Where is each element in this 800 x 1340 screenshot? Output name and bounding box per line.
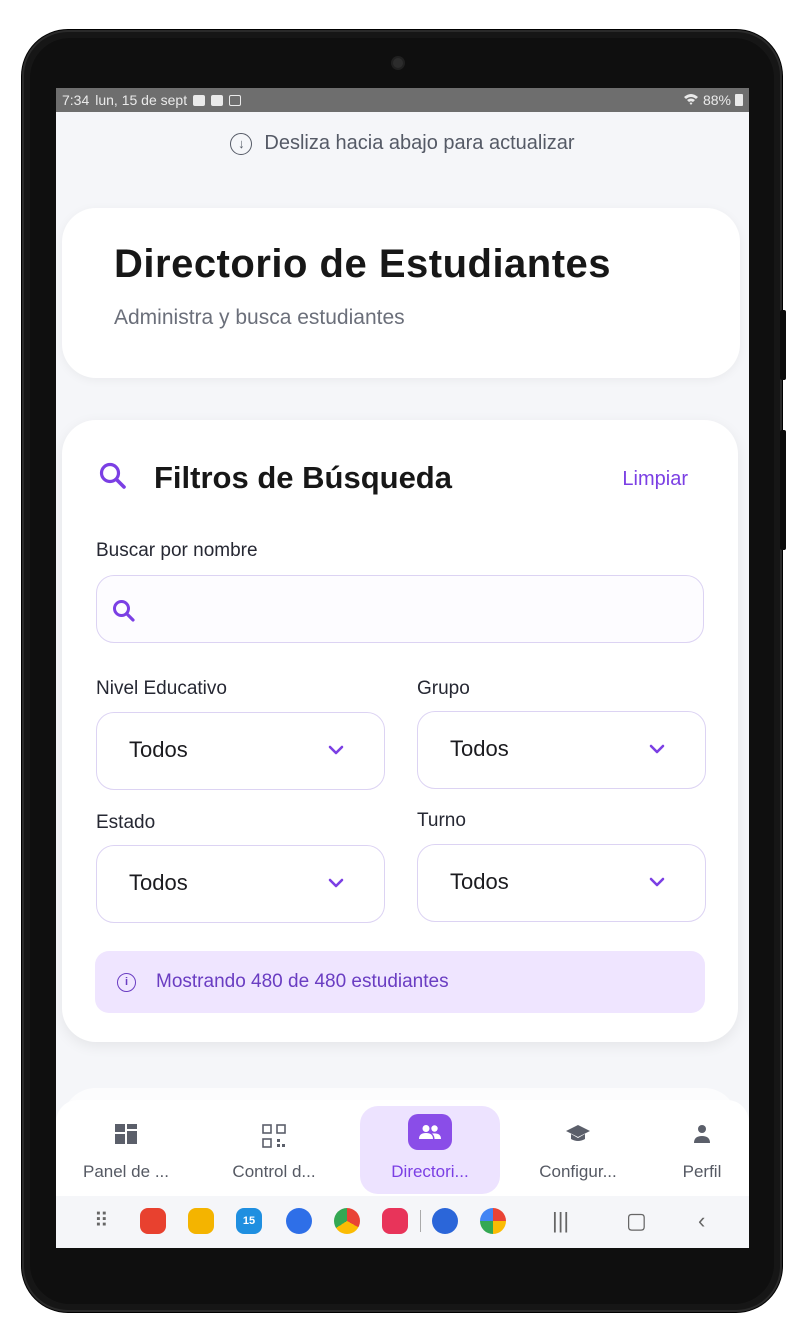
chevron-down-icon bbox=[649, 875, 665, 893]
wifi-icon bbox=[683, 92, 699, 108]
chrome-icon[interactable] bbox=[334, 1208, 360, 1234]
page-title: Directorio de Estudiantes bbox=[114, 242, 612, 286]
photos-icon[interactable] bbox=[480, 1208, 506, 1234]
nivel-select[interactable]: Todos bbox=[96, 712, 385, 790]
estado-select[interactable]: Todos bbox=[96, 845, 385, 923]
check-notification-icon bbox=[211, 94, 224, 106]
chevron-down-icon bbox=[649, 742, 665, 760]
nav-label-directorio: Directori... bbox=[391, 1162, 469, 1181]
nav-label-perfil: Perfil bbox=[682, 1162, 722, 1181]
estado-select-value: Todos bbox=[129, 870, 188, 895]
turno-select[interactable]: Todos bbox=[417, 844, 706, 922]
chevron-down-icon bbox=[328, 743, 344, 761]
grupo-select-value: Todos bbox=[450, 736, 509, 761]
nav-label-configuracion: Configur... bbox=[539, 1162, 617, 1181]
search-input[interactable] bbox=[96, 575, 704, 643]
calendar-icon[interactable]: 15 bbox=[236, 1208, 262, 1234]
status-bar: 7:34 lun, 15 de sept 88% bbox=[56, 88, 749, 112]
nav-item-configuracion[interactable]: Configur... bbox=[508, 1106, 648, 1194]
nav-item-directorio[interactable]: Directori... bbox=[360, 1106, 500, 1194]
refresh-hint-text: Desliza hacia abajo para actualizar bbox=[264, 132, 575, 154]
turno-label: Turno bbox=[417, 810, 466, 831]
recent-apps-icon[interactable]: ||| bbox=[552, 1208, 569, 1234]
status-date: lun, 15 de sept bbox=[95, 92, 188, 108]
messages-icon[interactable] bbox=[286, 1208, 312, 1234]
pull-to-refresh-hint: ↓ Desliza hacia abajo para actualizar bbox=[56, 132, 749, 155]
nav-item-control[interactable]: Control d... bbox=[204, 1106, 344, 1194]
home-icon[interactable]: ▢ bbox=[626, 1208, 647, 1234]
volume-button bbox=[780, 310, 786, 380]
front-camera bbox=[393, 58, 403, 68]
turno-select-value: Todos bbox=[450, 869, 509, 894]
power-button bbox=[780, 430, 786, 550]
person-icon bbox=[692, 1124, 712, 1149]
settings-app-icon[interactable] bbox=[432, 1208, 458, 1234]
filters-header: Filtros de Búsqueda bbox=[98, 460, 452, 496]
app-drawer-icon[interactable]: ⠿ bbox=[94, 1208, 109, 1234]
search-icon bbox=[98, 461, 128, 496]
status-time: 7:34 bbox=[62, 92, 90, 108]
filters-title: Filtros de Búsqueda bbox=[154, 460, 452, 495]
clear-filters-button[interactable]: Limpiar bbox=[622, 468, 688, 491]
page-subtitle: Administra y busca estudiantes bbox=[114, 306, 405, 329]
qr-code-icon bbox=[262, 1124, 286, 1153]
nav-item-panel[interactable]: Panel de ... bbox=[56, 1106, 196, 1194]
nivel-select-value: Todos bbox=[129, 737, 188, 762]
gallery-notification-icon bbox=[193, 94, 206, 106]
dashboard-icon bbox=[115, 1124, 137, 1149]
filters-card: Filtros de Búsqueda Limpiar Buscar por n… bbox=[62, 420, 738, 1042]
grupo-select[interactable]: Todos bbox=[417, 711, 706, 789]
nav-item-perfil[interactable]: Perfil bbox=[632, 1106, 749, 1194]
estado-label: Estado bbox=[96, 812, 156, 833]
screenshot-notification-icon bbox=[229, 94, 242, 106]
app-notes-icon[interactable] bbox=[188, 1208, 214, 1234]
nav-label-control: Control d... bbox=[232, 1162, 316, 1181]
search-input-icon bbox=[111, 598, 137, 629]
results-info-bar: i Mostrando 480 de 480 estudiantes bbox=[95, 951, 705, 1013]
nivel-label: Nivel Educativo bbox=[96, 678, 227, 699]
android-taskbar: ⠿ 15 ||| ▢ ‹ bbox=[56, 1196, 749, 1248]
screen: 7:34 lun, 15 de sept 88% ↓ Desliza hacia… bbox=[56, 88, 749, 1248]
header-card: Directorio de Estudiantes Administra y b… bbox=[62, 208, 740, 378]
chevron-down-icon bbox=[328, 876, 344, 894]
app-red-icon[interactable] bbox=[140, 1208, 166, 1234]
people-icon bbox=[408, 1114, 452, 1150]
nav-label-panel: Panel de ... bbox=[82, 1162, 169, 1181]
battery-percent: 88% bbox=[702, 92, 731, 108]
grupo-label: Grupo bbox=[417, 678, 470, 699]
camera-app-icon[interactable] bbox=[382, 1208, 408, 1234]
battery-icon bbox=[735, 94, 743, 106]
arrow-down-circle-icon: ↓ bbox=[230, 132, 253, 155]
back-icon[interactable]: ‹ bbox=[698, 1208, 705, 1234]
bottom-navigation: Panel de ... Control d... Directori... C… bbox=[56, 1100, 749, 1196]
taskbar-divider bbox=[420, 1210, 421, 1232]
graduation-cap-icon bbox=[565, 1124, 591, 1149]
search-label: Buscar por nombre bbox=[96, 540, 258, 561]
info-icon: i bbox=[117, 972, 136, 992]
results-count-text: Mostrando 480 de 480 estudiantes bbox=[156, 971, 449, 992]
